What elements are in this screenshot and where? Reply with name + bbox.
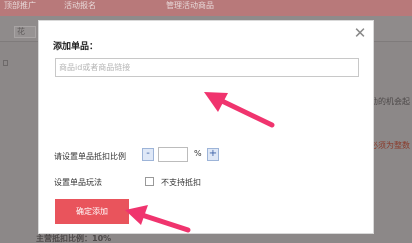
close-icon[interactable]: ✕ — [353, 26, 367, 41]
background-deduct-ratio-text: 主营抵扣比例：10% — [36, 234, 112, 243]
ratio-decrement-button[interactable]: - — [142, 148, 154, 161]
ratio-input[interactable] — [158, 147, 188, 162]
sub-toolbar-button[interactable]: 花 — [14, 26, 36, 38]
top-nav-bar: 顶部推广 活动报名 管理活动商品 — [0, 0, 412, 16]
dialog-title: 添加单品： — [53, 42, 99, 52]
add-product-dialog: 添加单品： ✕ 请设置单品抵扣比例 - % + 设置单品玩法 不支持抵扣 确定添… — [38, 20, 374, 234]
background-hint-text: 励的机会起 — [370, 97, 410, 106]
deduct-ratio-label: 请设置单品抵扣比例 — [54, 152, 126, 161]
ratio-unit: % — [194, 149, 202, 158]
confirm-add-button[interactable]: 确定添加 — [55, 199, 129, 224]
product-id-input[interactable] — [55, 58, 359, 77]
no-deduct-label: 不支持抵扣 — [161, 178, 201, 187]
tab-activity-signup[interactable]: 活动报名 — [60, 0, 118, 16]
tab-promotion[interactable]: 顶部推广 — [0, 0, 36, 16]
ratio-increment-button[interactable]: + — [207, 148, 219, 161]
no-deduct-checkbox[interactable] — [145, 177, 154, 186]
tab-manage-activity-products[interactable]: 管理活动商品 — [162, 0, 242, 16]
background-warning-text: 必须为整数 — [370, 141, 410, 150]
row-checkbox[interactable] — [3, 60, 8, 66]
product-play-label: 设置单品玩法 — [54, 178, 102, 187]
